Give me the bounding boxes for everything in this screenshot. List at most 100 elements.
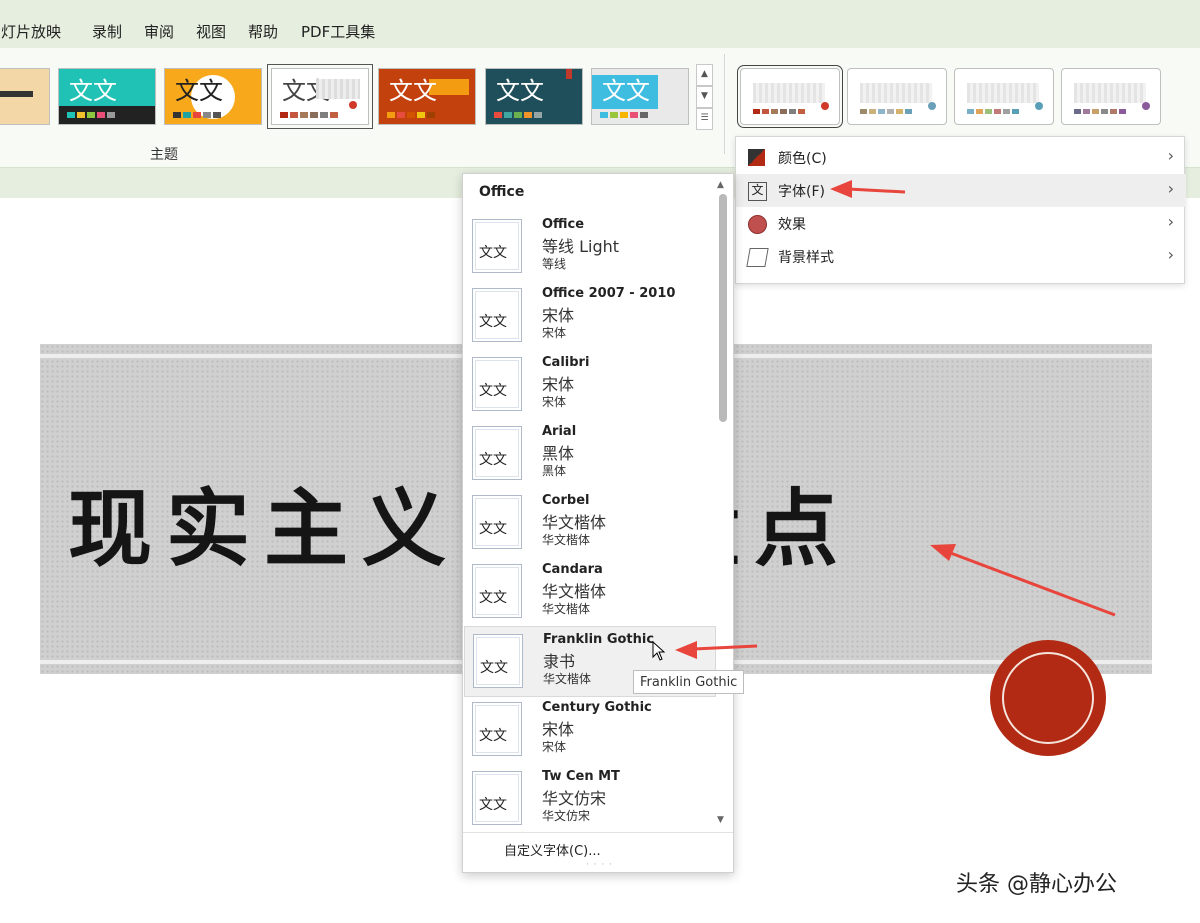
menu-item-label: 效果	[778, 217, 806, 233]
font-scheme-tw-cen-mt[interactable]: 文文 Tw Cen MT 华文仿宋 华文仿宋	[464, 764, 714, 833]
background-style-icon	[746, 248, 769, 267]
font-preview-thumb: 文文	[472, 702, 522, 756]
font-scheme-corbel[interactable]: 文文 Corbel 华文楷体 华文楷体	[464, 488, 714, 557]
menu-item-fonts[interactable]: 文 字体(F) ›	[736, 174, 1186, 207]
scroll-down-arrow-icon[interactable]: ▼	[717, 815, 724, 825]
theme-thumb-current[interactable]: 文文	[267, 64, 373, 129]
red-seal-shape[interactable]	[990, 640, 1106, 756]
menu-item-effects[interactable]: 效果 ›	[736, 207, 1186, 240]
variant-thumb-2[interactable]	[847, 68, 947, 125]
body-font: 华文楷体	[543, 672, 592, 686]
font-scheme-calibri[interactable]: 文文 Calibri 宋体 宋体	[464, 350, 714, 419]
theme-scroll-up-button[interactable]: ▲	[696, 64, 713, 86]
theme-preview-text: 文文	[602, 77, 650, 105]
body-font: 华文楷体	[542, 602, 591, 616]
heading-font: 华文仿宋	[542, 789, 607, 808]
font-preview-thumb: 文文	[472, 426, 522, 480]
theme-thumb-5[interactable]: 文文	[378, 68, 476, 125]
font-preview-thumb: 文文	[472, 357, 522, 411]
font-scheme-office-2007[interactable]: 文文 Office 2007 - 2010 宋体 宋体	[464, 281, 714, 350]
font-scheme-name: Arial	[542, 424, 577, 439]
font-scheme-office[interactable]: 文文 Office 等线 Light 等线	[464, 212, 714, 281]
theme-group-label: 主题	[150, 147, 178, 163]
ribbon-tab-bar: 幻灯片放映 录制 审阅 视图 帮助 PDF工具集	[0, 0, 1200, 48]
body-font: 宋体	[542, 326, 567, 340]
tab-pdf-tools[interactable]: PDF工具集	[301, 21, 375, 42]
font-scheme-name: Tw Cen MT	[542, 769, 620, 784]
font-scheme-name: Calibri	[542, 355, 590, 370]
theme-thumb-1[interactable]	[0, 68, 50, 125]
chevron-right-icon: ›	[1167, 146, 1174, 165]
chevron-right-icon: ›	[1167, 212, 1174, 231]
heading-font: 等线 Light	[542, 237, 620, 256]
theme-scroll-down-button[interactable]: ▼	[696, 86, 713, 108]
font-preview-thumb: 文文	[472, 771, 522, 825]
font-gallery-divider	[463, 832, 733, 833]
font-scheme-name: Franklin Gothic	[543, 632, 655, 647]
font-preview-thumb: 文文	[472, 288, 522, 342]
font-preview-thumb: 文文	[473, 634, 523, 688]
menu-item-label: 颜色(C)	[778, 151, 827, 167]
font-gallery-dropdown: Office 文文 Office 等线 Light 等线 文文 Office 2…	[462, 173, 734, 873]
theme-color-bar	[600, 112, 648, 118]
heading-font: 隶书	[543, 652, 576, 671]
heading-font: 华文楷体	[542, 582, 607, 601]
heading-font: 黑体	[542, 444, 575, 463]
theme-color-bar	[387, 112, 435, 118]
font-gallery-scroll-thumb[interactable]	[719, 194, 727, 422]
body-font: 宋体	[542, 740, 567, 754]
scroll-up-arrow-icon[interactable]: ▲	[717, 180, 724, 190]
customize-fonts-button[interactable]: 自定义字体(C)...	[504, 840, 601, 859]
theme-preview-text: 文文	[69, 77, 117, 105]
font-scheme-arial[interactable]: 文文 Arial 黑体 黑体	[464, 419, 714, 488]
menu-item-label: 字体(F)	[778, 184, 825, 200]
font-preview-thumb: 文文	[472, 564, 522, 618]
body-font: 黑体	[542, 464, 567, 478]
variant-thumb-4[interactable]	[1061, 68, 1161, 125]
tab-slideshow[interactable]: 幻灯片放映	[0, 21, 61, 42]
menu-item-label: 背景样式	[778, 250, 834, 266]
theme-color-bar	[67, 112, 115, 118]
chevron-right-icon: ›	[1167, 179, 1174, 198]
watermark-text: 头条 @静心办公	[956, 872, 1117, 897]
heading-font: 宋体	[542, 720, 575, 739]
body-font: 等线	[542, 257, 567, 271]
font-scheme-name: Office	[542, 217, 585, 232]
font-gallery-header: Office	[479, 184, 525, 200]
tab-help[interactable]: 帮助	[248, 21, 278, 42]
font-preview-thumb: 文文	[472, 219, 522, 273]
tab-record[interactable]: 录制	[92, 21, 122, 42]
font-scheme-candara[interactable]: 文文 Candara 华文楷体 华文楷体	[464, 557, 714, 626]
font-preview-thumb: 文文	[472, 495, 522, 549]
menu-item-colors[interactable]: 颜色(C) ›	[736, 141, 1186, 174]
tab-view[interactable]: 视图	[196, 21, 226, 42]
variant-dropdown-menu: 颜色(C) › 文 字体(F) › 效果 › 背景样式 ›	[735, 136, 1186, 284]
font-scheme-name: Office 2007 - 2010	[542, 286, 676, 301]
font-scheme-name: Candara	[542, 562, 603, 577]
font-scheme-century-gothic[interactable]: 文文 Century Gothic 宋体 宋体	[464, 695, 714, 764]
body-font: 华文仿宋	[542, 809, 591, 823]
theme-more-button[interactable]: ☰	[696, 108, 713, 130]
chevron-right-icon: ›	[1167, 245, 1174, 264]
theme-color-bar	[494, 112, 542, 118]
theme-color-bar	[173, 112, 221, 118]
theme-thumb-6[interactable]: 文文	[485, 68, 583, 125]
font-icon: 文	[748, 182, 767, 201]
resize-grip-icon[interactable]: · · · ·	[586, 860, 613, 870]
tab-review[interactable]: 审阅	[144, 21, 174, 42]
theme-thumb-3[interactable]: 文文	[164, 68, 262, 125]
variant-thumb-3[interactable]	[954, 68, 1054, 125]
theme-preview-text: 文文	[175, 77, 223, 105]
menu-item-background-styles[interactable]: 背景样式 ›	[736, 240, 1186, 273]
heading-font: 宋体	[542, 375, 575, 394]
theme-thumb-2[interactable]: 文文	[58, 68, 156, 125]
theme-preview-text: 文文	[389, 77, 437, 105]
heading-font: 华文楷体	[542, 513, 607, 532]
body-font: 华文楷体	[542, 533, 591, 547]
variant-thumb-1[interactable]	[737, 65, 843, 128]
theme-thumb-7[interactable]: 文文	[591, 68, 689, 125]
color-swatch-icon	[748, 149, 765, 166]
theme-preview-text: 文文	[496, 77, 544, 105]
body-font: 宋体	[542, 395, 567, 409]
effects-icon	[748, 215, 767, 234]
